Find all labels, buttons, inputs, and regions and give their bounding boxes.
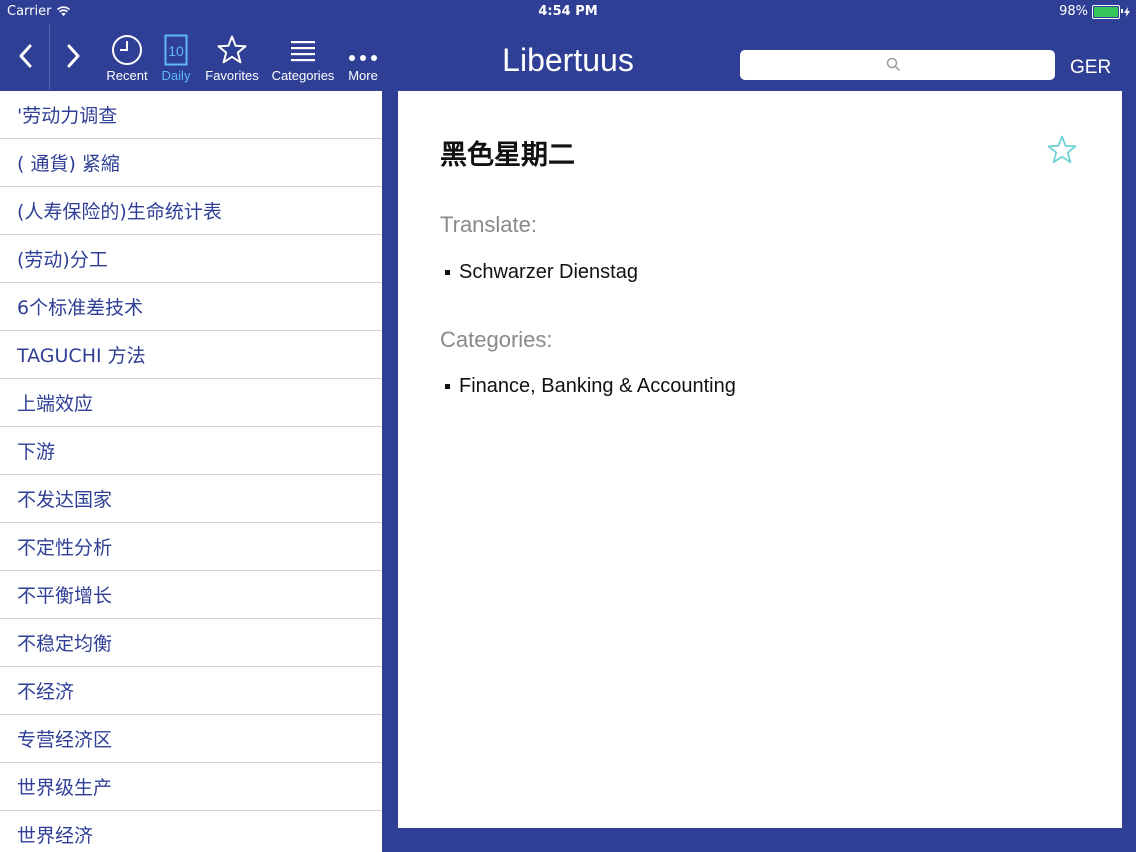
toolbar: Recent 10 Daily Favorites Categories Mor…	[0, 24, 1136, 90]
category-item[interactable]: Finance, Banking & Accounting	[445, 375, 736, 398]
calendar-day-icon: 10	[164, 34, 188, 66]
list-item[interactable]: (人寿保险的)生命统计表	[0, 187, 382, 235]
tab-categories-label: Categories	[271, 68, 335, 83]
favorite-star-icon[interactable]	[1046, 134, 1078, 166]
translation-item: Schwarzer Dienstag	[445, 261, 638, 284]
list-item-label: 6个标准差技术	[17, 297, 144, 319]
language-button[interactable]: GER	[1070, 57, 1111, 79]
app-title: Libertuus	[502, 42, 634, 78]
list-item-label: '劳动力调查	[17, 105, 118, 127]
daily-day-number: 10	[168, 43, 184, 59]
list-item[interactable]: 不平衡增长	[0, 571, 382, 619]
search-field[interactable]	[740, 50, 1055, 80]
charging-icon	[1124, 6, 1130, 17]
list-item[interactable]: (劳动)分工	[0, 235, 382, 283]
list-item-label: (劳动)分工	[17, 249, 108, 271]
clock: 4:54 PM	[538, 4, 598, 19]
bullet	[445, 270, 450, 275]
list-item[interactable]: 世界经济	[0, 811, 382, 852]
tab-daily[interactable]: 10 Daily	[158, 32, 194, 83]
list-item[interactable]: 下游	[0, 427, 382, 475]
list-item-label: 不稳定均衡	[17, 633, 113, 655]
tab-more[interactable]: More	[345, 32, 381, 83]
status-bar: Carrier 4:54 PM 98%	[0, 0, 1136, 24]
tab-recent-label: Recent	[106, 68, 148, 83]
battery-percent: 98%	[1059, 4, 1088, 19]
tab-daily-label: Daily	[161, 68, 191, 83]
list-item-label: 不定性分析	[17, 537, 113, 559]
bullet	[445, 384, 450, 389]
clock-icon	[112, 35, 142, 65]
categories-heading: Categories:	[440, 327, 553, 352]
list-item[interactable]: 世界级生产	[0, 763, 382, 811]
list-icon	[291, 41, 315, 62]
detail-panel: 黑色星期二 Translate: Schwarzer Dienstag Cate…	[398, 91, 1122, 828]
list-item[interactable]: 不发达国家	[0, 475, 382, 523]
battery-icon	[1092, 4, 1123, 19]
chevron-right-icon	[67, 44, 80, 68]
list-item[interactable]: 不稳定均衡	[0, 619, 382, 667]
battery-tip	[1121, 8, 1123, 13]
list-item[interactable]: 6个标准差技术	[0, 283, 382, 331]
translation-text: Schwarzer Dienstag	[459, 261, 638, 283]
list-item-label: 不经济	[17, 681, 75, 703]
tab-more-label: More	[348, 68, 378, 83]
list-item-label: (人寿保险的)生命统计表	[17, 201, 222, 223]
tab-favorites-label: Favorites	[205, 68, 259, 83]
translate-heading: Translate:	[440, 212, 538, 237]
list-item[interactable]: TAGUCHI 方法	[0, 331, 382, 379]
list-item-label: 下游	[17, 441, 56, 463]
battery-indicator: 98%	[1059, 4, 1130, 19]
list-item-label: ( 通貨) 紧縮	[17, 153, 120, 175]
forward-button[interactable]	[54, 38, 94, 74]
back-button[interactable]	[5, 38, 45, 74]
list-item-label: 世界级生产	[17, 777, 113, 799]
list-item[interactable]: 上端效应	[0, 379, 382, 427]
list-item-label: 上端效应	[17, 393, 94, 415]
word-list: '劳动力调查 ( 通貨) 紧縮 (人寿保险的)生命统计表 (劳动)分工 6个标准差技术 T…	[0, 91, 382, 852]
list-item[interactable]: '劳动力调查	[0, 91, 382, 139]
list-item-label: TAGUCHI 方法	[17, 345, 146, 367]
list-item[interactable]: 专营经济区	[0, 715, 382, 763]
search-icon	[886, 57, 901, 72]
list-item-label: 世界经济	[17, 825, 94, 847]
list-item[interactable]: 不经济	[0, 667, 382, 715]
chevron-left-icon	[19, 44, 32, 68]
battery-fill	[1094, 6, 1118, 17]
more-dots-icon	[349, 55, 377, 61]
tab-favorites[interactable]: Favorites	[203, 32, 261, 83]
word-heading: 黑色星期二	[440, 140, 575, 171]
tab-categories[interactable]: Categories	[268, 32, 338, 83]
tab-recent[interactable]: Recent	[104, 32, 150, 83]
star-icon	[217, 35, 247, 64]
list-item-label: 不发达国家	[17, 489, 113, 511]
list-item-label: 专营经济区	[17, 729, 113, 751]
list-item[interactable]: 不定性分析	[0, 523, 382, 571]
list-item[interactable]: ( 通貨) 紧縮	[0, 139, 382, 187]
list-item-label: 不平衡增长	[17, 585, 113, 607]
category-text: Finance, Banking & Accounting	[459, 375, 736, 397]
nav-separator	[49, 24, 50, 90]
